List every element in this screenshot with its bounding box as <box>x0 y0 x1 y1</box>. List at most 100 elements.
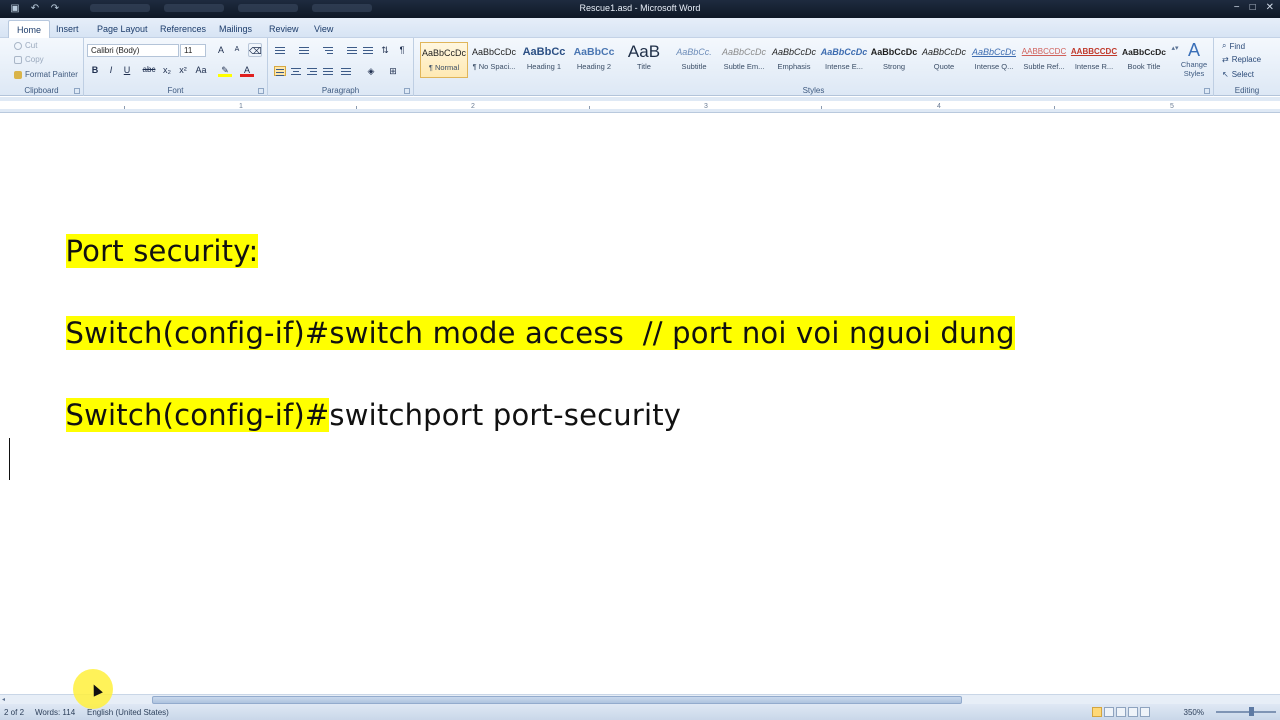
style-subtle-emphasis[interactable]: AaBbCcDc Subtle Em... <box>720 42 768 78</box>
close-button[interactable]: ✕ <box>1266 2 1274 13</box>
zoom-slider[interactable] <box>1216 711 1276 713</box>
print-layout-icon[interactable] <box>1092 707 1102 717</box>
ruler-tick <box>589 106 590 109</box>
multilevel-list-icon[interactable] <box>322 45 334 55</box>
style-name: Quote <box>933 62 955 71</box>
highlight-color-button[interactable]: ✎ <box>218 63 232 77</box>
font-label: Font <box>167 86 184 95</box>
clipboard-launcher-icon[interactable] <box>74 88 80 94</box>
shrink-font-button[interactable]: A <box>230 43 244 57</box>
tab-home[interactable]: Home <box>8 20 51 38</box>
align-right-icon[interactable] <box>306 66 318 76</box>
style-normal[interactable]: AaBbCcDc ¶ Normal <box>420 42 468 78</box>
style-preview: AaBbCcDc <box>771 47 816 57</box>
window-controls: − □ ✕ <box>1234 2 1274 13</box>
font-size-select[interactable]: 11 <box>180 44 206 57</box>
increase-indent-icon[interactable] <box>362 45 374 55</box>
language-indicator[interactable]: English (United States) <box>87 708 169 717</box>
page-count[interactable]: 2 of 2 <box>4 708 24 717</box>
italic-button[interactable]: I <box>104 63 118 77</box>
underline-button[interactable]: U <box>120 63 134 77</box>
style-title[interactable]: AaB Title <box>620 42 668 78</box>
change-styles-icon: A <box>1187 40 1200 60</box>
doc-command-port-security[interactable]: Switch(config-if)#switchport port-securi… <box>9 358 681 472</box>
styles-launcher-icon[interactable] <box>1204 88 1210 94</box>
cut-button[interactable]: Cut <box>14 41 37 50</box>
format-painter-button[interactable]: Format Painter <box>14 70 78 79</box>
align-left-icon[interactable] <box>274 66 286 76</box>
paragraph-label: Paragraph <box>321 86 360 95</box>
clipboard-label: Clipboard <box>24 86 59 95</box>
style-subtitle[interactable]: AaBbCc. Subtitle <box>670 42 718 78</box>
align-center-icon[interactable] <box>290 66 302 76</box>
subscript-button[interactable]: x₂ <box>160 63 174 77</box>
maximize-button[interactable]: □ <box>1250 2 1256 13</box>
font-launcher-icon[interactable] <box>258 88 264 94</box>
style-intense-emphasis[interactable]: AaBbCcDc Intense E... <box>820 42 868 78</box>
tab-insert[interactable]: Insert <box>48 20 87 38</box>
font-name-select[interactable]: Calibri (Body) <box>87 44 179 57</box>
format-painter-label: Format Painter <box>25 70 78 79</box>
style-heading-2[interactable]: AaBbCc Heading 2 <box>570 42 618 78</box>
document-page[interactable]: Port security: Switch(config-if)#switch … <box>0 114 1280 694</box>
style-name: Strong <box>882 62 906 71</box>
superscript-button[interactable]: x² <box>176 63 190 77</box>
full-screen-reading-icon[interactable] <box>1104 707 1114 717</box>
outline-icon[interactable] <box>1128 707 1138 717</box>
style-subtle-reference[interactable]: AABBCCDC Subtle Ref... <box>1020 42 1068 78</box>
tab-references[interactable]: References <box>152 20 214 38</box>
clear-formatting-icon[interactable]: ⌫ <box>248 43 262 57</box>
zoom-slider-knob[interactable] <box>1249 707 1254 716</box>
word-count[interactable]: Words: 114 <box>35 708 75 717</box>
font-color-button[interactable]: A <box>240 63 254 77</box>
find-button[interactable]: ⌕ Find <box>1222 41 1245 51</box>
select-button[interactable]: ↖ Select <box>1222 70 1254 79</box>
draft-icon[interactable] <box>1140 707 1150 717</box>
find-label: Find <box>1229 41 1246 51</box>
minimize-button[interactable]: − <box>1234 2 1240 13</box>
style-book-title[interactable]: AaBbCcDc Book Title <box>1120 42 1168 78</box>
styles-label: Styles <box>802 86 825 95</box>
style-intense-reference[interactable]: AABBCCDC Intense R... <box>1070 42 1118 78</box>
tab-mailings[interactable]: Mailings <box>211 20 260 38</box>
scroll-thumb[interactable] <box>152 696 962 704</box>
window-title: Rescue1.asd - Microsoft Word <box>579 3 701 13</box>
paragraph-launcher-icon[interactable] <box>404 88 410 94</box>
style-no-spacing[interactable]: AaBbCcDc ¶ No Spaci... <box>470 42 518 78</box>
strikethrough-button[interactable]: abc <box>142 63 156 77</box>
shading-icon[interactable]: ◈ <box>364 64 378 78</box>
style-name: Subtle Em... <box>723 62 765 71</box>
replace-icon: ⇄ <box>1222 55 1229 64</box>
scroll-left-icon[interactable]: ◂ <box>2 696 10 704</box>
horizontal-ruler[interactable]: 1 2 3 4 5 <box>0 97 1280 113</box>
style-quote[interactable]: AaBbCcDc Quote <box>920 42 968 78</box>
replace-button[interactable]: ⇄ Replace <box>1222 55 1261 64</box>
change-case-button[interactable]: Aa <box>194 63 208 77</box>
bold-button[interactable]: B <box>88 63 102 77</box>
justify-icon[interactable] <box>322 66 334 76</box>
style-emphasis[interactable]: AaBbCcDc Emphasis <box>770 42 818 78</box>
bullets-icon[interactable] <box>274 45 286 55</box>
zoom-level[interactable]: 350% <box>1184 708 1204 717</box>
show-marks-button[interactable]: ¶ <box>395 43 409 57</box>
horizontal-scrollbar[interactable]: ◂ <box>0 694 1280 704</box>
numbering-icon[interactable] <box>298 45 310 55</box>
style-strong[interactable]: AaBbCcDc Strong <box>870 42 918 78</box>
copy-button[interactable]: Copy <box>14 55 44 64</box>
tab-page-layout[interactable]: Page Layout <box>89 20 156 38</box>
grow-font-button[interactable]: A <box>214 43 228 57</box>
decrease-indent-icon[interactable] <box>346 45 358 55</box>
change-styles-button[interactable]: A Change Styles <box>1176 40 1212 84</box>
web-layout-icon[interactable] <box>1116 707 1126 717</box>
style-name: Title <box>637 62 651 71</box>
tab-view[interactable]: View <box>306 20 341 38</box>
style-heading-1[interactable]: AaBbCc Heading 1 <box>520 42 568 78</box>
ruler-tick <box>124 106 125 109</box>
style-intense-quote[interactable]: AaBbCcDc Intense Q... <box>970 42 1018 78</box>
ribbon: Cut Copy Format Painter Clipboard Calibr… <box>0 38 1280 96</box>
line-spacing-icon[interactable] <box>340 66 352 76</box>
tab-review[interactable]: Review <box>261 20 307 38</box>
paintbrush-icon <box>14 70 22 79</box>
sort-icon[interactable]: ⇅ <box>378 43 392 57</box>
borders-icon[interactable]: ⊞ <box>386 64 400 78</box>
